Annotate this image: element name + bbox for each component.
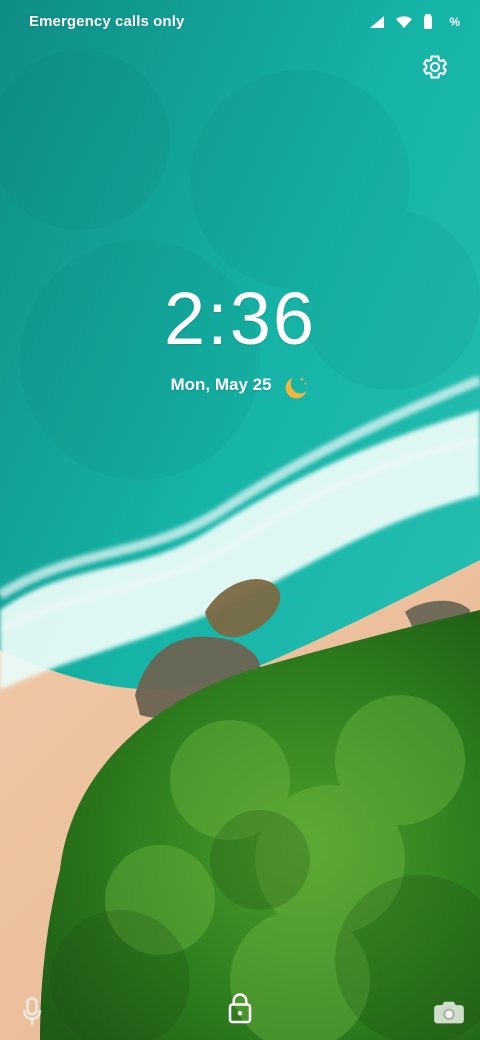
gear-icon (421, 55, 449, 85)
lock-button[interactable] (225, 989, 255, 1025)
camera-button[interactable] (433, 998, 465, 1026)
moon-stars-icon (282, 371, 310, 399)
voice-assistant-button[interactable] (18, 996, 46, 1028)
battery-icon (423, 14, 433, 30)
lockscreen-time: 2:36 (163, 277, 317, 360)
settings-button[interactable] (421, 53, 449, 81)
microphone-icon (18, 997, 46, 1032)
lockscreen-date-row: Mon, May 25 (0, 371, 480, 399)
lock-icon (225, 993, 255, 1029)
status-carrier-text: Emergency calls only (29, 13, 185, 30)
battery-percent-text: % (449, 15, 460, 29)
wallpaper (0, 0, 480, 1040)
signal-icon (369, 15, 385, 29)
status-icons: % (369, 12, 460, 32)
wifi-icon (395, 15, 413, 29)
camera-icon (433, 1001, 465, 1030)
status-bar: Emergency calls only % (0, 0, 480, 44)
lockscreen-date: Mon, May 25 (170, 375, 272, 394)
